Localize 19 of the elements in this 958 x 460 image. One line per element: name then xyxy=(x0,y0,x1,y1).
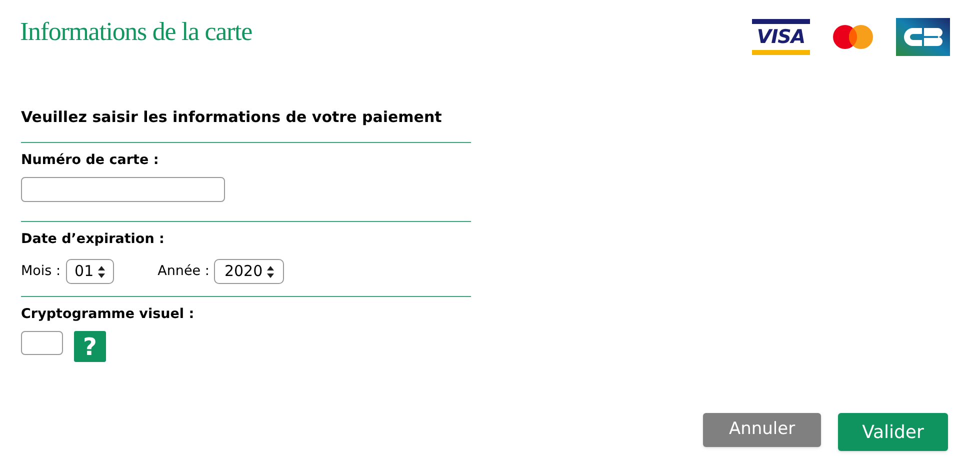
stepper-icon xyxy=(266,266,274,278)
logo-text: VISA xyxy=(756,28,806,46)
form-heading: Veuillez saisir les informations de votre paiement xyxy=(21,107,443,128)
month-label: Mois : xyxy=(21,262,61,282)
page-title: Informations de la carte xyxy=(20,16,252,48)
year-label: Année : xyxy=(158,262,210,282)
cvv-field[interactable] xyxy=(21,331,63,356)
validate-button[interactable]: Valider xyxy=(838,413,948,451)
year-select[interactable]: 2020 xyxy=(214,259,284,284)
field-label: Cryptogramme visuel : xyxy=(21,305,196,324)
field-label: Date d’expiration : xyxy=(21,230,166,249)
month-select[interactable]: 01 xyxy=(66,259,114,284)
help-button[interactable]: ? xyxy=(74,331,106,362)
field-label: Numéro de carte : xyxy=(21,150,160,170)
mastercard-logo xyxy=(832,24,874,50)
card-number-field[interactable] xyxy=(21,176,225,202)
stepper-icon xyxy=(98,266,105,278)
cancel-button[interactable]: Annuler xyxy=(703,413,821,447)
cb-logo xyxy=(896,18,950,56)
